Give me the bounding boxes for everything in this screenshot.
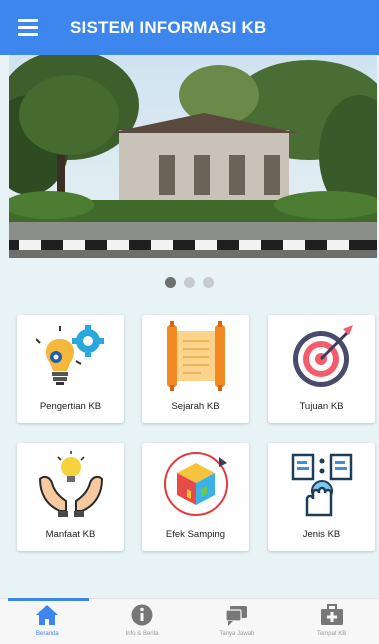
medkit-icon [320, 604, 343, 625]
nav-label: Beranda [36, 631, 59, 637]
nav-label: Info & Berita [125, 631, 159, 637]
target-icon [292, 325, 353, 387]
card-tujuan-kb[interactable]: Tujuan KB [268, 315, 375, 423]
documents-hand-icon [291, 453, 352, 517]
nav-item-tanya-jawab[interactable]: Tanya Jawab [190, 599, 285, 644]
cube-icon [163, 452, 228, 516]
nav-label: Tanya Jawab [219, 631, 255, 637]
app-bar: SISTEM INFORMASI KB [0, 0, 379, 55]
carousel-dot-3[interactable] [203, 277, 214, 288]
carousel-dot-1[interactable] [165, 277, 176, 288]
card-label: Tujuan KB [299, 401, 344, 412]
card-pengertian-kb[interactable]: Pengertian KB [17, 315, 124, 423]
scroll-icon [166, 321, 225, 391]
carousel-dot-2[interactable] [184, 277, 195, 288]
hero-image[interactable] [9, 55, 377, 258]
card-label: Sejarah KB [171, 401, 220, 412]
card-label: Manfaat KB [45, 529, 96, 540]
bottom-navigation: Beranda Info & Berita Tanya Jawab Tempat… [0, 598, 379, 644]
lightbulb-gear-icon [35, 325, 104, 385]
card-label: Pengertian KB [39, 401, 102, 412]
nav-item-tempat-kb[interactable]: Tempat KB [284, 599, 379, 644]
card-jenis-kb[interactable]: Jenis KB [268, 443, 375, 551]
app-title: SISTEM INFORMASI KB [70, 17, 267, 37]
card-manfaat-kb[interactable]: Manfaat KB [17, 443, 124, 551]
building-photo [9, 55, 377, 258]
info-icon [131, 604, 153, 626]
nav-item-info-berita[interactable]: Info & Berita [95, 599, 190, 644]
home-icon [36, 605, 59, 625]
card-label: Jenis KB [302, 529, 341, 540]
card-efek-samping[interactable]: Efek Samping [142, 443, 249, 551]
chat-icon [225, 606, 247, 626]
card-label: Efek Samping [165, 529, 226, 540]
carousel-indicators [0, 277, 379, 288]
menu-icon[interactable] [0, 0, 56, 55]
nav-item-beranda[interactable]: Beranda [0, 598, 95, 644]
nav-label: Tempat KB [316, 631, 347, 637]
card-sejarah-kb[interactable]: Sejarah KB [142, 315, 249, 423]
hands-lightbulb-icon [38, 451, 103, 517]
